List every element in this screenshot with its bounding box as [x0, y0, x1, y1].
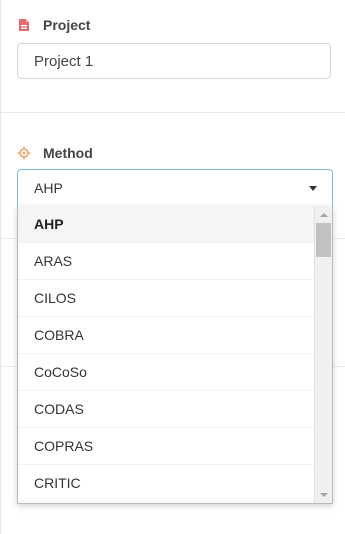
method-select[interactable]: AHP: [17, 169, 333, 207]
project-name-value: Project 1: [34, 52, 94, 70]
dropdown-scrollbar[interactable]: [314, 206, 332, 503]
method-dropdown-menu: AHP ARAS CILOS COBRA CoCoSo CODAS COPRAS…: [17, 206, 333, 504]
project-label-row: Project: [17, 17, 90, 33]
method-option[interactable]: CoCoSo: [18, 354, 316, 391]
left-divider: [0, 0, 1, 534]
file-icon: [17, 18, 31, 32]
project-label: Project: [43, 17, 91, 33]
method-option[interactable]: COBRA: [18, 317, 316, 354]
target-icon: [17, 146, 31, 160]
scrollbar-thumb[interactable]: [316, 223, 331, 257]
section-divider: [0, 112, 345, 113]
method-label: Method: [43, 145, 93, 161]
chevron-down-icon[interactable]: [309, 185, 317, 191]
method-selected-value: AHP: [34, 180, 63, 196]
method-option[interactable]: CODAS: [18, 391, 316, 428]
project-name-input[interactable]: Project 1: [17, 43, 331, 79]
method-option[interactable]: AHP: [18, 206, 316, 243]
scroll-up-arrow-icon[interactable]: [315, 206, 332, 223]
method-option[interactable]: CILOS: [18, 280, 316, 317]
method-option[interactable]: COPRAS: [18, 428, 316, 465]
method-option[interactable]: CRITIC: [18, 465, 316, 502]
method-label-row: Method: [17, 145, 93, 161]
method-option[interactable]: ARAS: [18, 243, 316, 280]
scroll-down-arrow-icon[interactable]: [315, 486, 332, 503]
